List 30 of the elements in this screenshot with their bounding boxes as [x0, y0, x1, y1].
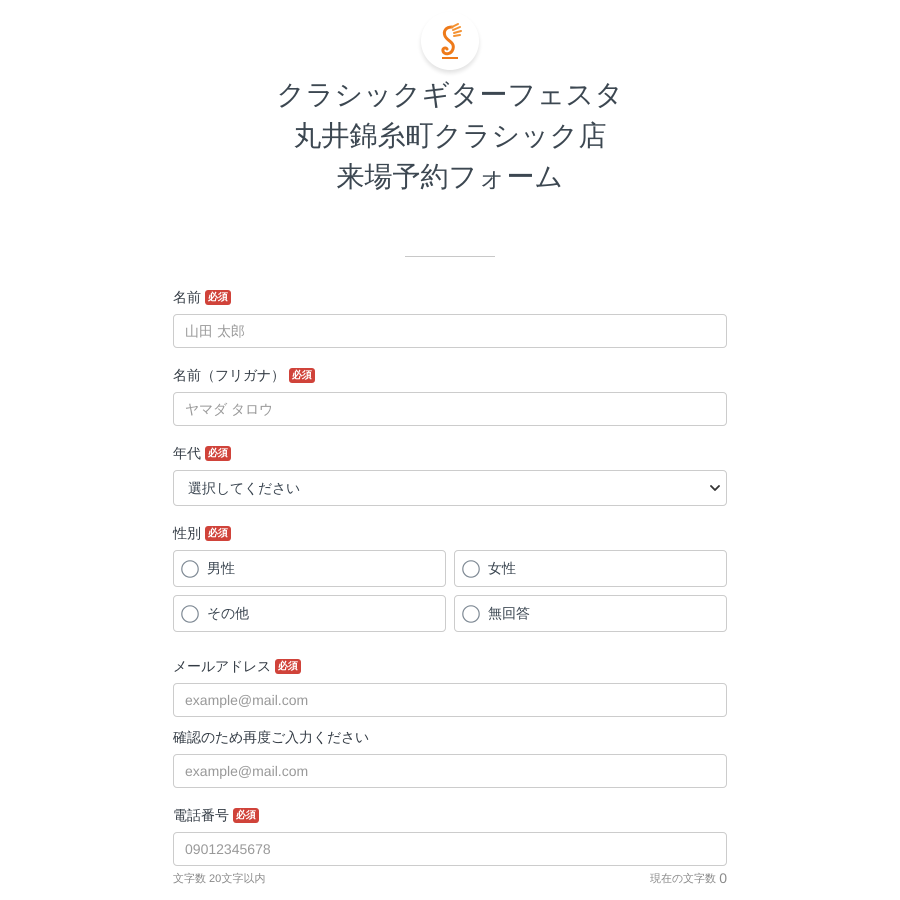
char-count-label: 現在の文字数 [650, 872, 716, 886]
required-badge: 必須 [205, 446, 231, 460]
required-badge: 必須 [205, 526, 231, 540]
required-badge: 必須 [275, 658, 301, 674]
field-label: 年代 [173, 444, 201, 463]
radio-option[interactable]: その他 [173, 595, 446, 632]
char-count: 0 [719, 870, 727, 886]
hint-text: 文字数 20文字以内 [173, 872, 266, 886]
radio-option[interactable]: 男性 [173, 550, 446, 587]
text-field[interactable]: example@mail.com [173, 683, 727, 717]
radio-option[interactable]: 女性 [454, 550, 727, 587]
dropdown[interactable]: 選択してください [173, 470, 727, 506]
field-label: 性別 [173, 524, 201, 543]
required-badge: 必須 [233, 808, 259, 822]
required-badge: 必須 [289, 368, 315, 382]
radio-option[interactable]: 無回答 [454, 595, 727, 632]
field-label: 名前（フリガナ） [173, 366, 285, 385]
dropdown-value: 選択してください [188, 478, 300, 498]
text-field[interactable]: 09012345678 [173, 832, 727, 866]
text-field[interactable]: example@mail.com [173, 754, 727, 788]
field-label: 名前 [173, 288, 201, 307]
text-field[interactable]: ヤマダ タロウ [173, 392, 727, 426]
chevron-down-icon [710, 485, 720, 491]
form-title: クラシックギターフェスタ 丸井錦糸町クラシック店 来場予約フォーム [276, 78, 624, 194]
required-badge: 必須 [205, 290, 231, 304]
logo-icon [421, 12, 479, 70]
field-label: 確認のため再度ご入力ください [173, 728, 369, 747]
field-label: メールアドレス [173, 657, 271, 676]
field-label: 電話番号 [173, 806, 229, 825]
text-field[interactable]: 山田 太郎 [173, 314, 727, 348]
